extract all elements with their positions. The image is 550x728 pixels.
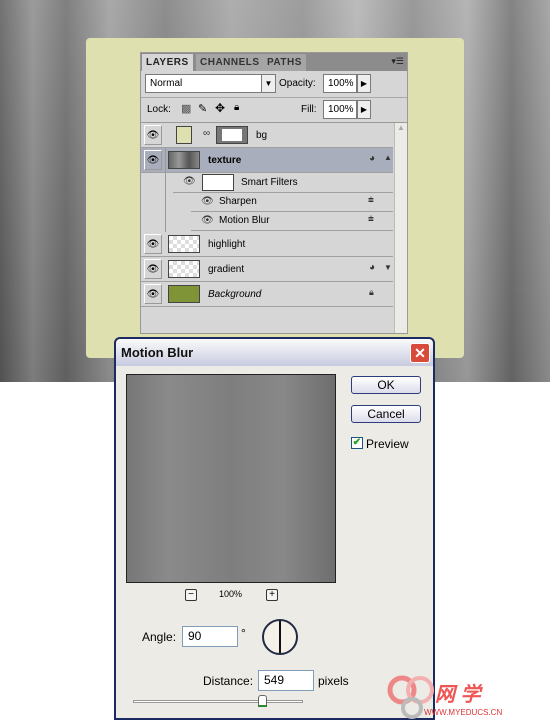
eye-icon[interactable]: 👁︎ bbox=[201, 196, 214, 207]
ok-button[interactable]: OK bbox=[351, 376, 421, 394]
angle-label: Angle: bbox=[142, 630, 177, 644]
angle-dial[interactable] bbox=[262, 619, 298, 655]
distance-label: Distance: bbox=[203, 674, 254, 688]
distance-input[interactable]: 549 bbox=[258, 670, 314, 691]
slider-thumb[interactable] bbox=[258, 695, 268, 707]
preview-label: Preview bbox=[366, 437, 409, 451]
layer-name: gradient bbox=[208, 264, 245, 275]
fill-arrow-button[interactable]: ▶ bbox=[357, 100, 371, 119]
blending-options-icon[interactable]: ⩧ bbox=[368, 195, 374, 206]
angle-input[interactable]: 90 bbox=[182, 626, 238, 647]
layer-thumbnail bbox=[176, 126, 192, 144]
distance-slider[interactable] bbox=[133, 700, 303, 703]
smart-object-thumbnail bbox=[168, 151, 200, 169]
cancel-button[interactable]: Cancel bbox=[351, 405, 421, 423]
zoom-out-button[interactable]: − bbox=[185, 589, 197, 601]
tab-paths[interactable]: PATHS bbox=[263, 54, 306, 71]
layer-name: highlight bbox=[208, 239, 246, 250]
zoom-in-button[interactable]: + bbox=[266, 589, 278, 601]
close-icon[interactable]: ✕ bbox=[410, 343, 430, 363]
eye-icon[interactable]: 👁︎ bbox=[201, 215, 214, 226]
layer-row-highlight[interactable]: 👁︎ highlight bbox=[141, 232, 393, 257]
layer-row-texture[interactable]: 👁︎ texture ◕ ▲ bbox=[141, 148, 393, 173]
fill-input[interactable]: 100% bbox=[323, 100, 357, 119]
layer-row-background[interactable]: 👁︎ Background 🔒︎ bbox=[141, 282, 393, 307]
lock-label: Lock: bbox=[147, 104, 171, 115]
lock-paint-icon[interactable]: ✎ bbox=[198, 102, 207, 115]
layer-name: Background bbox=[208, 289, 262, 300]
distance-unit: pixels bbox=[318, 674, 349, 688]
filter-name: Motion Blur bbox=[219, 215, 270, 226]
fill-label: Fill: bbox=[301, 104, 317, 115]
scrollbar[interactable]: ▲ bbox=[394, 123, 407, 333]
smart-filter-icon: ◕ bbox=[369, 262, 376, 273]
layer-row-gradient[interactable]: 👁︎ gradient ◕ ▼ bbox=[141, 257, 393, 282]
layer-thumbnail bbox=[168, 285, 200, 303]
eye-icon[interactable]: 👁︎ bbox=[144, 150, 162, 170]
layer-thumbnail bbox=[168, 235, 200, 253]
smart-filters-row[interactable]: 👁︎ Smart Filters bbox=[173, 173, 393, 193]
watermark-logo: 网 学 WWW.MYEDUCS.CN bbox=[380, 672, 510, 720]
eye-icon[interactable]: 👁︎ bbox=[144, 284, 162, 304]
layer-name: bg bbox=[256, 130, 268, 141]
opacity-input[interactable]: 100% bbox=[323, 74, 357, 93]
title-bar[interactable]: Motion Blur ✕ bbox=[116, 339, 433, 366]
chevron-down-icon[interactable]: ▼ bbox=[261, 74, 276, 93]
filter-row-motion-blur[interactable]: 👁︎ Motion Blur ⩧ bbox=[191, 212, 393, 231]
motion-blur-dialog: Motion Blur ✕ OK Cancel ✔ Preview − 100%… bbox=[114, 337, 435, 720]
tab-layers[interactable]: LAYERS bbox=[142, 54, 193, 71]
eye-icon[interactable]: 👁︎ bbox=[144, 259, 162, 279]
layer-name: texture bbox=[208, 155, 242, 166]
lock-move-icon[interactable]: ✥ bbox=[215, 101, 225, 115]
panel-tabs: LAYERS CHANNELS PATHS ▾☰ bbox=[141, 53, 407, 71]
blend-mode-select[interactable]: Normal bbox=[145, 74, 262, 93]
lock-icon: 🔒︎ bbox=[369, 287, 374, 297]
degree-symbol: ° bbox=[241, 626, 246, 640]
watermark-text: 网 学 bbox=[435, 684, 481, 706]
opacity-label: Opacity: bbox=[279, 78, 316, 89]
preview-checkbox[interactable]: ✔ bbox=[351, 437, 363, 449]
filter-mask-thumbnail bbox=[202, 174, 234, 191]
zoom-level: 100% bbox=[219, 589, 243, 599]
link-icon[interactable]: ∞ bbox=[203, 128, 210, 139]
eye-icon[interactable]: 👁︎ bbox=[183, 176, 196, 187]
smart-object-thumbnail bbox=[168, 260, 200, 278]
dialog-title: Motion Blur bbox=[121, 345, 194, 360]
smart-filter-icon: ◕ bbox=[369, 153, 376, 164]
filter-row-sharpen[interactable]: 👁︎ Sharpen ⩧ bbox=[191, 193, 393, 212]
expand-arrow-icon[interactable]: ▼ bbox=[384, 263, 392, 272]
watermark-url: WWW.MYEDUCS.CN bbox=[424, 708, 503, 717]
scroll-up-icon[interactable]: ▲ bbox=[395, 123, 407, 132]
tab-channels[interactable]: CHANNELS bbox=[196, 54, 264, 71]
lock-all-icon[interactable]: 🔒︎ bbox=[234, 102, 239, 113]
eye-icon[interactable]: 👁︎ bbox=[144, 234, 162, 254]
mask-thumbnail[interactable] bbox=[216, 126, 248, 144]
eye-icon[interactable]: 👁︎ bbox=[144, 125, 162, 145]
opacity-arrow-button[interactable]: ▶ bbox=[357, 74, 371, 93]
lock-transparency-icon[interactable]: ▩ bbox=[181, 102, 191, 115]
layer-row-bg[interactable]: 👁︎ ∞ bg bbox=[141, 123, 393, 148]
preview-area[interactable] bbox=[126, 374, 336, 583]
blending-options-icon[interactable]: ⩧ bbox=[368, 214, 374, 225]
layer-name: Smart Filters bbox=[241, 177, 298, 188]
collapse-arrow-icon[interactable]: ▲ bbox=[384, 153, 392, 162]
filter-name: Sharpen bbox=[219, 196, 257, 207]
panel-menu-icon[interactable]: ▾☰ bbox=[391, 56, 404, 67]
layers-panel: LAYERS CHANNELS PATHS ▾☰ Normal ▼ Opacit… bbox=[140, 52, 408, 334]
